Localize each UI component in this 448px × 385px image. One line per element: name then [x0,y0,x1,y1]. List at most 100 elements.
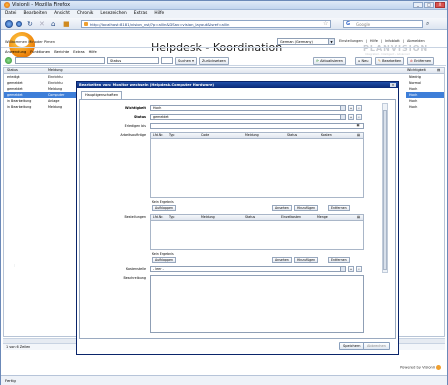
wichtigkeit-add-button[interactable]: + [348,105,354,111]
wichtigkeit-search-icon[interactable]: ⌕ [356,105,362,111]
home-icon[interactable]: ⌂ [51,20,55,28]
status-search-icon[interactable]: ⌕ [356,114,362,120]
menu-datei[interactable]: Datei [5,10,16,18]
search-icon[interactable]: ⌕ [426,20,429,28]
dialog-body: Wichtigkeit Hoch + ⌕ Status gemeldet + ⌕… [79,99,396,339]
cancel-button[interactable]: Abbrechen [363,342,390,350]
beschreibung-textarea[interactable] [150,275,364,333]
bestellungen-add-button[interactable]: Hinzufügen [294,257,319,263]
save-button[interactable]: Speichern [339,342,365,350]
appmenu-extras[interactable]: Extras [73,50,84,54]
bookmark-page-icon[interactable]: ■ [63,20,70,28]
col-typ[interactable]: Typ [169,215,174,220]
kostenstelle-search-icon[interactable]: ⌕ [356,266,362,272]
auftraege-empty: Kein Ergebnis [152,200,174,204]
link-abmelden[interactable]: Abmelden [407,39,425,43]
tab-hauptigenschaften[interactable]: Hauptigenschaften [81,91,123,99]
filter-input[interactable] [15,57,105,64]
col-status[interactable]: Status [287,133,297,138]
menu-hilfe[interactable]: Hilfe [154,10,164,18]
bestellungen-view-button[interactable]: Ansehen [272,257,292,263]
column-status[interactable]: Status [7,68,18,73]
refresh-button[interactable]: ⟳ Aktualisieren [313,57,346,65]
scrollbar-thumb[interactable] [383,110,387,270]
col-meldung[interactable]: Meldung [201,215,215,220]
edit-button[interactable]: ✎ Bearbeiten [375,57,405,65]
erledigt-date-input[interactable] [150,123,364,129]
kostenstelle-add-button[interactable]: + [348,266,354,272]
add-record-icon[interactable] [5,57,12,64]
dialog-scrollbar[interactable] [382,103,388,273]
kostenstelle-select[interactable]: - leer - [150,266,346,272]
minimize-button[interactable]: _ [413,2,423,8]
dialog-close-icon[interactable]: ✕ [390,83,396,87]
appmenu-anwendung[interactable]: Anwendung [5,50,26,54]
search-box[interactable]: G Google [343,20,423,28]
link-infoblatt[interactable]: Infoblatt [385,39,400,43]
menu-bearbeiten[interactable]: Bearbeiten [23,10,47,18]
menu-chronik[interactable]: Chronik [77,10,93,18]
powered-text: Powered by Visionli [400,365,435,370]
language-select[interactable]: German (Germany) ▼ [277,38,335,45]
reset-button[interactable]: Zurücksetzen [199,57,229,65]
col-code[interactable]: Code [201,133,209,138]
link-hilfe[interactable]: Hilfe [370,39,378,43]
delete-button[interactable]: ⊘ Entfernen [407,57,435,65]
wichtigkeit-select[interactable]: Hoch [150,105,346,111]
search-button[interactable]: Suchen ▾ [175,57,197,65]
column-options-icon[interactable]: ▤ [357,133,360,138]
auftraege-grid: Lfd.Nr. Typ Code Meldung Status Kosten ▤ [150,132,364,198]
col-lfdnr[interactable]: Lfd.Nr. [153,215,163,220]
column-options-icon[interactable]: ▤ [357,215,360,220]
auftraege-remove-button[interactable]: Entfernen [328,205,350,211]
column-wichtigkeit[interactable]: Wichtigkeit [407,68,426,73]
col-typ[interactable]: Typ [169,133,174,138]
maximize-button[interactable]: □ [424,2,434,8]
status-select-value: Status [110,59,122,63]
col-meldung[interactable]: Meldung [245,133,259,138]
appmenu-funktionen[interactable]: Funktionen [30,50,50,54]
status-field-select[interactable]: gemeldet [150,114,346,120]
menu-ansicht[interactable]: Ansicht [54,10,70,18]
close-button[interactable]: X [435,2,445,8]
menu-extras[interactable]: Extras [134,10,148,18]
column-meldung[interactable]: Meldung [48,68,63,73]
col-status[interactable]: Status [245,215,255,220]
back-button[interactable] [5,20,13,28]
welcome-text: Willkommen Minoder Pimen [5,40,56,44]
table-row[interactable]: in Bearbeitung Meldung [4,104,79,110]
appmenu-hilfe[interactable]: Hilfe [89,50,97,54]
browser-statusbar: Fertig [1,375,447,385]
reload-icon[interactable]: ↻ [27,20,33,28]
new-button[interactable]: ▫ Neu [355,57,372,65]
bestellungen-remove-button[interactable]: Entfernen [328,257,350,263]
col-einzelkosten[interactable]: Einzelkosten [281,215,301,220]
appmenu-berichte[interactable]: Berichte [54,50,69,54]
filter-value-input[interactable] [161,57,173,64]
menu-lesezeichen[interactable]: Lesezeichen [100,10,126,18]
row-count: 1 von 6 Zeilen [6,345,31,349]
dialog-title-bar[interactable]: Bearbeiten von: Monitor wechseln (Helpde… [77,82,398,88]
list-item[interactable]: Hoch [406,104,444,110]
bestellungen-expand-button[interactable]: Aufklappen [152,257,177,263]
auftraege-add-button[interactable]: Hinzufügen [294,205,319,211]
status-select[interactable]: Status [107,57,159,64]
forward-button[interactable] [16,21,22,27]
wichtigkeit-label: Wichtigkeit [124,106,146,110]
url-bar[interactable]: http://localhost:8181/vision_vst/?p=alli… [81,20,331,28]
col-lfdnr[interactable]: Lfd.Nr. [153,133,163,138]
col-kosten[interactable]: Kosten [321,133,332,138]
calendar-icon[interactable]: ▦ [355,123,361,129]
stop-icon[interactable]: ✕ [39,20,45,28]
star-icon[interactable]: ☆ [323,20,328,28]
new-icon: ▫ [358,59,361,63]
auftraege-expand-button[interactable]: Aufklappen [152,205,177,211]
auftraege-view-button[interactable]: Ansehen [272,205,292,211]
link-einstellungen[interactable]: Einstellungen [339,39,363,43]
col-menge[interactable]: Menge [317,215,328,220]
status-add-button[interactable]: + [348,114,354,120]
column-options-icon[interactable]: ▤ [437,68,440,73]
splitter-handle[interactable]: ⋮ [13,263,16,267]
tab-label: Hauptigenschaften [85,93,119,97]
chevron-down-icon [340,115,345,119]
